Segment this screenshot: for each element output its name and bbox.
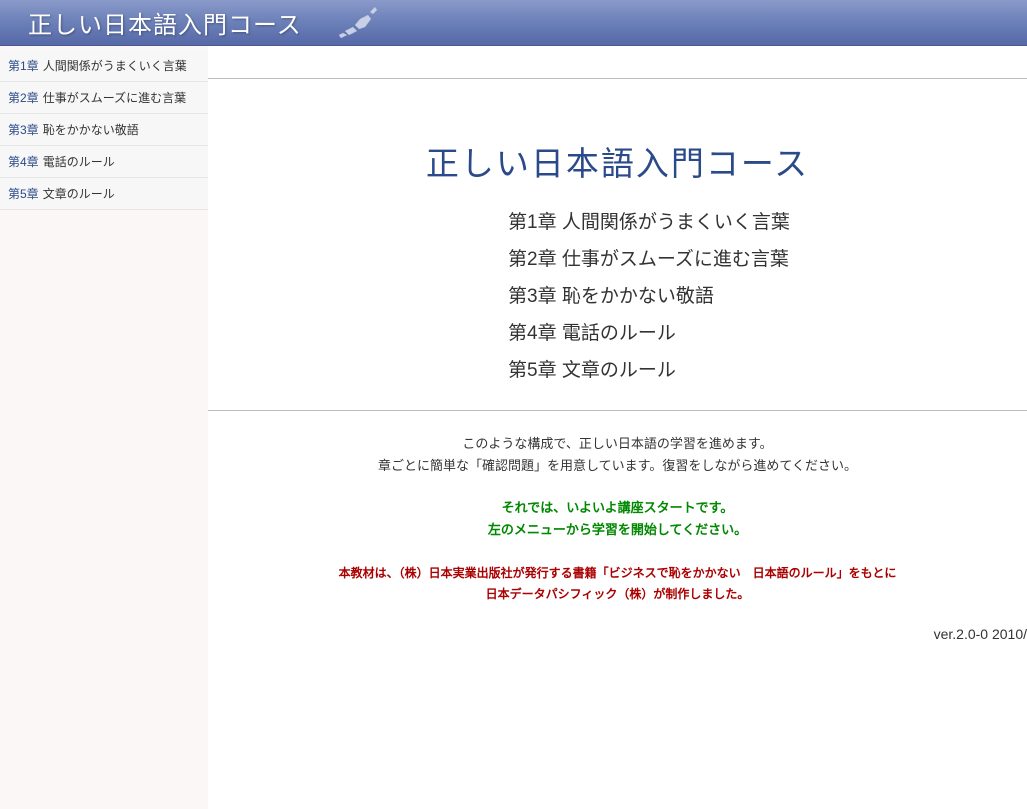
intro-line: このような構成で、正しい日本語の学習を進めます。 [208, 433, 1027, 455]
credit-line: 日本データパシフィック（株）が制作しました。 [208, 584, 1027, 604]
sidebar-item-label: 仕事がスムーズに進む言葉 [43, 91, 186, 105]
top-divider [208, 78, 1027, 79]
sidebar-item-chapter: 第5章 [8, 187, 39, 201]
chapter-item: 第3章 恥をかかない敬語 [508, 281, 1027, 308]
chapter-item: 第2章 仕事がスムーズに進む言葉 [508, 244, 1027, 271]
sidebar-item-chapter2[interactable]: 第2章仕事がスムーズに進む言葉 [0, 82, 208, 114]
intro-text: このような構成で、正しい日本語の学習を進めます。 章ごとに簡単な「確認問題」を用… [208, 433, 1027, 477]
mid-divider [208, 410, 1027, 411]
credit-text: 本教材は、（株）日本実業出版社が発行する書籍「ビジネスで恥をかかない 日本語のル… [208, 563, 1027, 604]
chapter-item: 第4章 電話のルール [508, 318, 1027, 345]
header: 正しい日本語入門コース [0, 0, 1027, 46]
version-text: ver.2.0-0 2010/ [208, 626, 1027, 642]
start-line: 左のメニューから学習を開始してください。 [208, 519, 1027, 541]
credit-line: 本教材は、（株）日本実業出版社が発行する書籍「ビジネスで恥をかかない 日本語のル… [208, 563, 1027, 583]
sidebar-item-chapter: 第3章 [8, 123, 39, 137]
chapter-item: 第5章 文章のルール [508, 355, 1027, 382]
sidebar-item-chapter5[interactable]: 第5章文章のルール [0, 178, 208, 210]
chapter-list: 第1章 人間関係がうまくいく言葉 第2章 仕事がスムーズに進む言葉 第3章 恥を… [508, 207, 1027, 382]
sidebar-item-label: 電話のルール [43, 155, 115, 169]
header-title: 正しい日本語入門コース [28, 5, 302, 40]
sidebar-item-chapter4[interactable]: 第4章電話のルール [0, 146, 208, 178]
sidebar-item-chapter: 第2章 [8, 91, 39, 105]
japan-map-icon [335, 5, 385, 41]
sidebar-item-label: 人間関係がうまくいく言葉 [43, 59, 187, 73]
sidebar-item-chapter3[interactable]: 第3章恥をかかない敬語 [0, 114, 208, 146]
sidebar-item-label: 恥をかかない敬語 [43, 123, 139, 137]
chapter-item: 第1章 人間関係がうまくいく言葉 [508, 207, 1027, 234]
sidebar-item-chapter1[interactable]: 第1章人間関係がうまくいく言葉 [0, 50, 208, 82]
main-content: 正しい日本語入門コース 第1章 人間関係がうまくいく言葉 第2章 仕事がスムーズ… [208, 46, 1027, 809]
sidebar: 第1章人間関係がうまくいく言葉 第2章仕事がスムーズに進む言葉 第3章恥をかかな… [0, 46, 208, 809]
sidebar-item-chapter: 第4章 [8, 155, 39, 169]
start-line: それでは、いよいよ講座スタートです。 [208, 497, 1027, 519]
intro-line: 章ごとに簡単な「確認問題」を用意しています。復習をしながら進めてください。 [208, 455, 1027, 477]
sidebar-item-chapter: 第1章 [8, 59, 39, 73]
sidebar-item-label: 文章のルール [43, 187, 115, 201]
page-title: 正しい日本語入門コース [208, 137, 1027, 185]
start-text: それでは、いよいよ講座スタートです。 左のメニューから学習を開始してください。 [208, 497, 1027, 541]
